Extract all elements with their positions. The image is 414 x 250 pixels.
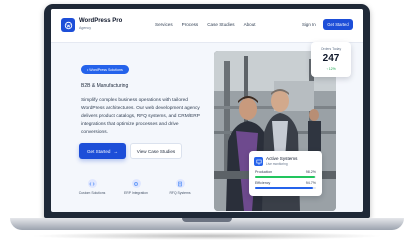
logo-icon[interactable] xyxy=(61,18,75,32)
production-label: Production xyxy=(255,170,273,174)
nav-link-case-studies[interactable]: Case Studies xyxy=(207,22,234,27)
laptop-frame: WordPress Pro Agency Services Process Ca… xyxy=(0,0,414,250)
nav-link-about[interactable]: About xyxy=(244,22,256,27)
get-started-label: Get Started xyxy=(86,148,111,154)
solutions-badge: • WordPress Solutions xyxy=(81,65,129,74)
orders-today-card: Orders Today 247 ↑ 12% xyxy=(311,42,351,77)
feature-list: Custom Solutions ERP Integration RFQ Sys… xyxy=(73,179,199,195)
production-value: 98.2% xyxy=(305,170,316,174)
view-case-studies-button[interactable]: View Case Studies xyxy=(130,143,182,159)
code-icon xyxy=(87,179,97,188)
laptop-shadow xyxy=(30,232,384,240)
efficiency-value: 94.7% xyxy=(305,181,316,185)
gear-icon xyxy=(131,179,141,188)
efficiency-bar-fill xyxy=(255,187,313,189)
feature-item: RFQ Systems xyxy=(161,179,199,195)
active-systems-card: Active Systems Live monitoring Productio… xyxy=(249,151,322,196)
sign-in-link[interactable]: Sign In xyxy=(302,22,316,27)
systems-subtitle: Live monitoring xyxy=(266,162,288,166)
nav-link-services[interactable]: Services xyxy=(155,22,173,27)
brand-subtitle: Agency xyxy=(79,26,91,30)
document-icon xyxy=(175,179,185,188)
feature-label: Custom Solutions xyxy=(78,191,106,195)
top-navigation: WordPress Pro Agency Services Process Ca… xyxy=(51,9,363,43)
efficiency-label: Efficiency xyxy=(255,181,271,185)
nav-link-process[interactable]: Process xyxy=(182,22,199,27)
nav-get-started-button[interactable]: Get Started xyxy=(323,19,353,30)
orders-value: 247 xyxy=(322,53,340,64)
hero-description: Simplify complex business operations wit… xyxy=(81,98,200,135)
feature-label: RFQ Systems xyxy=(169,191,191,195)
arrow-right-icon: → xyxy=(113,148,119,154)
feature-item: ERP Integration xyxy=(117,179,155,195)
production-bar-fill xyxy=(255,176,315,178)
get-started-button[interactable]: Get Started → xyxy=(79,143,126,159)
website-screen: WordPress Pro Agency Services Process Ca… xyxy=(51,9,363,212)
systems-title: Active Systems xyxy=(266,156,298,161)
orders-label: Orders Today xyxy=(320,47,342,51)
nav-links: Services Process Case Studies About xyxy=(155,22,256,27)
feature-label: ERP Integration xyxy=(124,191,148,195)
laptop-notch xyxy=(182,218,232,222)
brand-name[interactable]: WordPress Pro xyxy=(79,18,122,24)
production-bar xyxy=(255,176,316,178)
feature-item: Custom Solutions xyxy=(73,179,111,195)
efficiency-bar xyxy=(255,187,316,189)
monitor-icon xyxy=(254,157,263,166)
hero-subtitle: B2B & Manufacturing xyxy=(81,83,129,89)
orders-change: ↑ 12% xyxy=(326,67,336,71)
